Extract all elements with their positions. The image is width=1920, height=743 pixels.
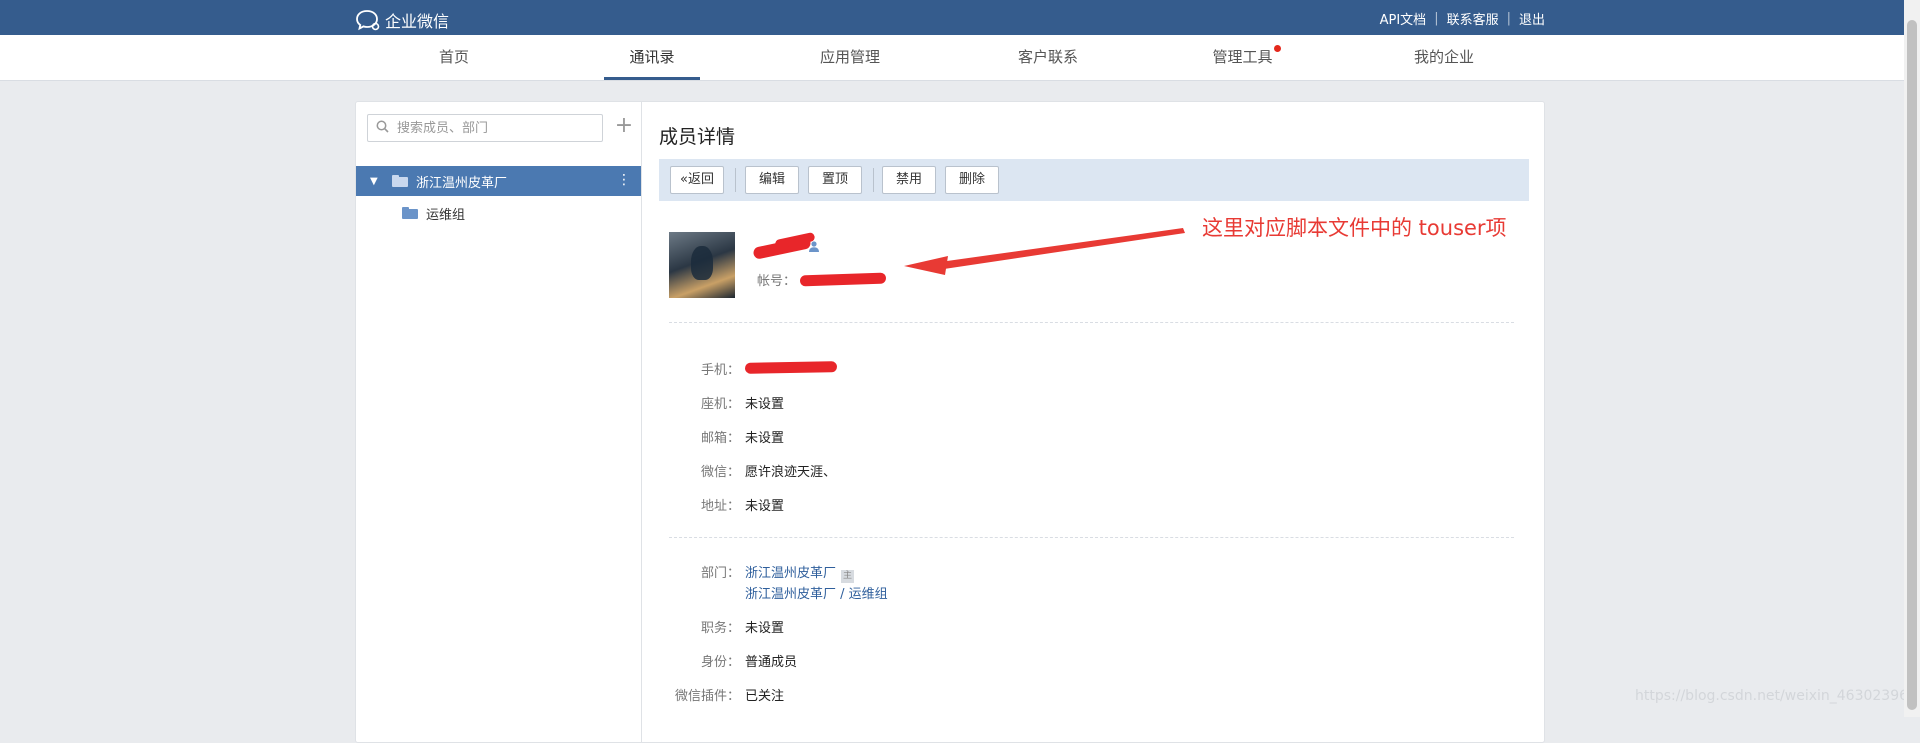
field-label: 微信： — [700, 465, 740, 480]
search-input[interactable] — [395, 119, 589, 137]
main-nav: 首页 通讯录 应用管理 客户联系 管理工具 我的企业 — [0, 35, 1920, 81]
toolbar-separator — [873, 168, 874, 192]
redaction-mark — [744, 361, 838, 374]
search-box — [367, 114, 603, 142]
field-value: 已关注 — [745, 689, 785, 704]
field-landline: 座机： 未设置 — [642, 393, 1522, 413]
disable-button[interactable]: 禁用 — [882, 166, 936, 194]
scrollbar-thumb[interactable] — [1907, 20, 1917, 710]
pin-button[interactable]: 置顶 — [808, 166, 862, 194]
nav-app-management[interactable]: 应用管理 — [802, 35, 898, 80]
profile-header: 帐号： — [752, 231, 887, 289]
field-value: 未设置 — [745, 431, 785, 446]
field-label: 微信插件： — [674, 689, 740, 704]
action-toolbar: «返回 编辑 置顶 禁用 删除 — [659, 159, 1529, 201]
section-divider — [669, 537, 1514, 538]
field-label: 地址： — [700, 499, 740, 514]
tree-item-label: 运维组 — [426, 207, 466, 223]
field-wechat: 微信： 愿许浪迹天涯、 — [642, 461, 1522, 481]
primary-department-badge: 主 — [841, 570, 855, 583]
nav-my-enterprise[interactable]: 我的企业 — [1396, 35, 1492, 80]
more-options-icon[interactable]: ⋮ — [617, 172, 631, 188]
department-link-label: 浙江温州皮革厂 — [745, 566, 837, 581]
scrollbar[interactable] — [1904, 0, 1920, 717]
notification-dot — [1273, 45, 1281, 52]
field-value: 愿许浪迹天涯、 — [745, 465, 837, 480]
user-icon — [808, 240, 820, 255]
field-label: 部门： — [700, 566, 740, 581]
field-value: 未设置 — [745, 621, 785, 636]
tree-item-ops-group[interactable]: 运维组 — [356, 198, 641, 228]
delete-button[interactable]: 删除 — [945, 166, 999, 194]
nav-customer-contact[interactable]: 客户联系 — [1000, 35, 1096, 80]
brand-logo[interactable]: 企业微信 — [355, 8, 449, 32]
tree-item-label: 浙江温州皮革厂 — [416, 175, 508, 191]
field-label: 手机： — [700, 363, 740, 378]
field-identity: 身份： 普通成员 — [642, 651, 1522, 671]
page-title: 成员详情 — [659, 126, 736, 148]
field-value: 未设置 — [745, 499, 785, 514]
logout-link[interactable]: 退出 — [1519, 9, 1545, 28]
folder-icon — [402, 207, 418, 219]
redaction-mark — [799, 272, 887, 287]
back-button[interactable]: «返回 — [670, 166, 724, 194]
nav-home[interactable]: 首页 — [406, 35, 502, 80]
field-position: 职务： 未设置 — [642, 617, 1522, 637]
department-sidebar: + ▼ 浙江温州皮革厂 ⋮ 运维组 — [356, 102, 642, 742]
nav-management-tools-label: 管理工具 — [1212, 48, 1273, 66]
field-email: 邮箱： 未设置 — [642, 427, 1522, 447]
field-value: 普通成员 — [745, 655, 798, 670]
avatar — [669, 232, 735, 298]
field-mobile: 手机： — [642, 359, 1522, 379]
double-chevron-left-icon: « — [680, 172, 688, 187]
field-label: 座机： — [700, 397, 740, 412]
department-path-link[interactable]: 浙江温州皮革厂 / 运维组 — [745, 583, 888, 602]
toolbar-separator — [735, 168, 736, 192]
brand-name: 企业微信 — [385, 12, 450, 31]
watermark: https://blog.csdn.net/weixin_46302396 — [1635, 688, 1909, 704]
api-docs-link[interactable]: API文档 — [1380, 9, 1427, 28]
link-separator: | — [1506, 11, 1511, 26]
nav-management-tools[interactable]: 管理工具 — [1198, 35, 1294, 80]
link-separator: | — [1434, 11, 1439, 26]
field-label: 邮箱： — [700, 431, 740, 446]
field-label: 职务： — [700, 621, 740, 636]
annotation-text: 这里对应脚本文件中的 touser项 — [1202, 216, 1507, 240]
department-link[interactable]: 浙江温州皮革厂主 — [745, 562, 855, 583]
top-links: API文档 | 联系客服 | 退出 — [1380, 9, 1545, 28]
search-icon — [376, 120, 389, 137]
add-member-button[interactable]: + — [612, 115, 636, 139]
content-panel: + ▼ 浙江温州皮革厂 ⋮ 运维组 成员详情 «返回 编辑 置顶 禁用 删除 — [355, 101, 1545, 743]
back-button-label: 返回 — [687, 172, 714, 187]
account-label: 帐号： — [757, 274, 797, 289]
top-bar: 企业微信 API文档 | 联系客服 | 退出 — [0, 0, 1920, 35]
edit-button[interactable]: 编辑 — [745, 166, 799, 194]
field-department: 部门： 浙江温州皮革厂主 浙江温州皮革厂 / 运维组 — [642, 562, 1522, 604]
member-details: 成员详情 «返回 编辑 置顶 禁用 删除 帐号： 手机： 座机： 未设置 邮箱：… — [642, 102, 1544, 742]
field-wechat-plugin: 微信插件： 已关注 — [642, 685, 1522, 705]
section-divider — [669, 322, 1514, 323]
member-name — [752, 231, 816, 260]
field-value-redacted — [744, 359, 838, 375]
field-address: 地址： 未设置 — [642, 495, 1522, 515]
folder-icon — [392, 175, 408, 187]
account-row: 帐号： — [757, 270, 887, 289]
annotation-arrow — [904, 228, 1185, 275]
field-label: 身份： — [700, 655, 740, 670]
tree-item-root-department[interactable]: ▼ 浙江温州皮革厂 ⋮ — [356, 166, 641, 196]
nav-contacts[interactable]: 通讯录 — [604, 35, 700, 80]
contact-support-link[interactable]: 联系客服 — [1447, 9, 1499, 28]
caret-down-icon[interactable]: ▼ — [370, 176, 382, 187]
field-value: 未设置 — [745, 397, 785, 412]
account-value — [799, 271, 887, 287]
chat-bubble-icon — [355, 9, 381, 31]
